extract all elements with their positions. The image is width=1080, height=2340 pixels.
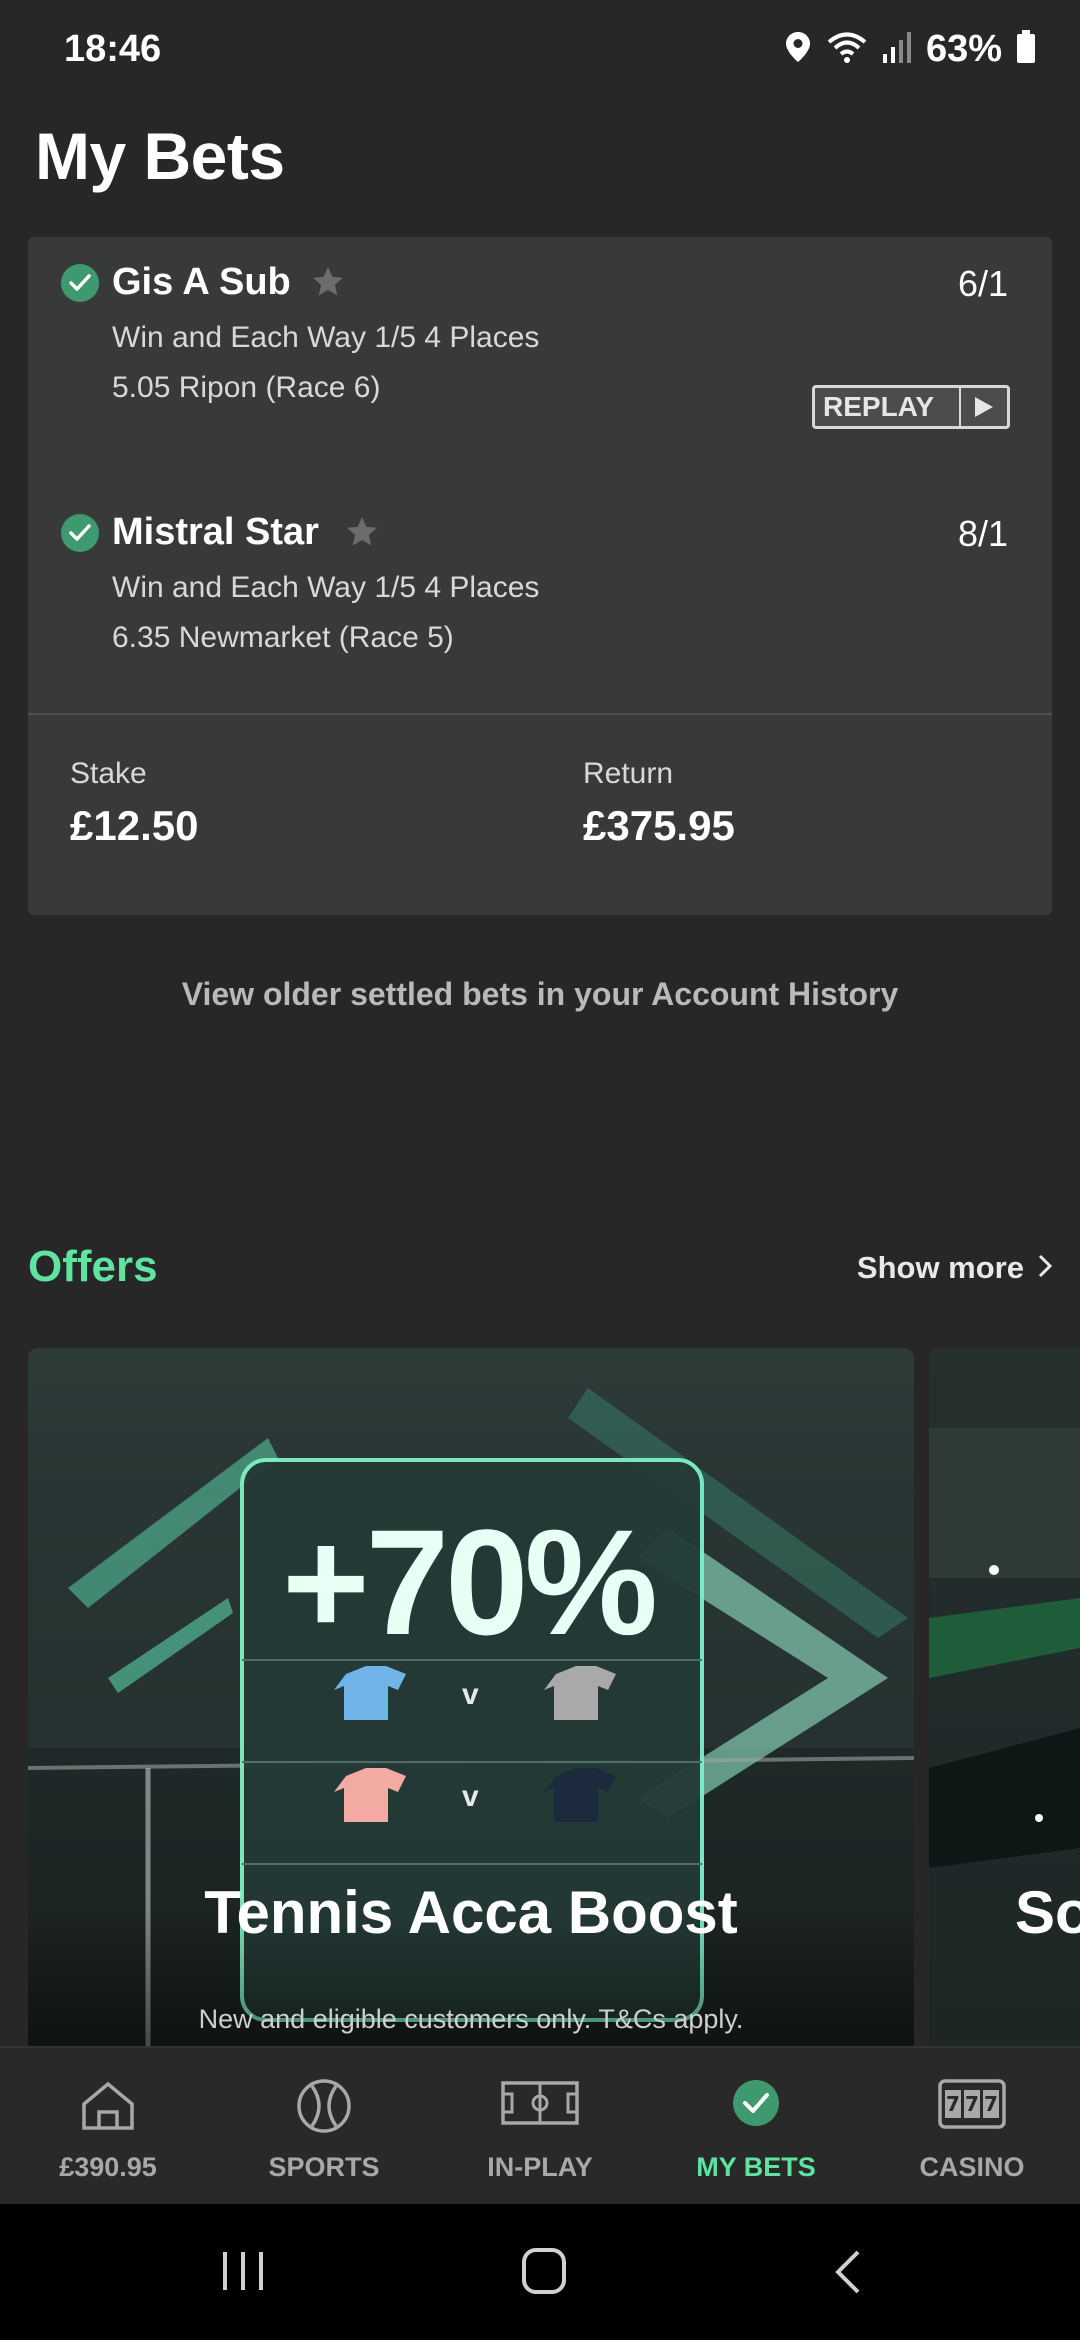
return-label: Return [583,757,674,790]
nav-item-sports[interactable]: SPORTS [216,2048,432,2206]
check-circle-icon [733,2080,779,2126]
nav-item-casino[interactable]: 777 CASINO [864,2048,1080,2206]
svg-text:7: 7 [965,2092,979,2116]
offers-title: Offers [28,1242,158,1291]
selection-name: Gis A Sub [112,261,291,303]
won-check-icon [61,264,99,302]
ball-icon [297,2079,351,2133]
replay-button[interactable]: REPLAY [812,385,1010,429]
status-time: 18:46 [64,28,162,70]
signal-icon [882,30,912,69]
play-icon [961,395,995,419]
svg-text:7: 7 [984,2092,998,2116]
stake-label: Stake [70,757,147,790]
home-button-icon[interactable] [520,2246,568,2296]
back-icon[interactable] [830,2248,864,2296]
location-icon [784,30,812,69]
show-more-label: Show more [856,1250,1024,1285]
selection-name: Mistral Star [112,511,319,553]
battery-percentage: 63% [925,27,1002,70]
nav-item-balance[interactable]: £390.95 [0,2048,216,2206]
divider [28,713,1052,715]
nav-label: SPORTS [268,2152,380,2182]
nav-label: MY BETS [696,2152,816,2182]
slot-machine-icon: 777 [938,2079,1006,2129]
nav-item-in-play[interactable]: IN-PLAY [432,2048,648,2206]
home-icon [82,2081,134,2130]
boost-percentage: +70% [282,1498,658,1666]
nav-item-my-bets[interactable]: MY BETS [648,2048,864,2206]
nav-label: IN-PLAY [487,2152,593,2182]
selection-odds: 8/1 [957,513,1008,554]
selection-event: 6.35 Newmarket (Race 5) [112,621,454,654]
offer-title: So [1015,1879,1080,1946]
versus-label: v [462,1780,479,1813]
offer-card[interactable]: +70% v v Tennis Acca Boost New and eligi… [28,1348,914,2048]
selection-market: Win and Each Way 1/5 4 Places [112,571,540,604]
selection-odds: 6/1 [957,263,1008,304]
nav-label: CASINO [919,2152,1025,2182]
status-icons: 63% [784,26,1036,72]
return-value: £375.95 [583,802,735,849]
page-title: My Bets [35,119,285,193]
favourite-star-icon[interactable] [344,514,380,555]
system-nav-bar [0,2204,1080,2340]
offer-card[interactable]: So [929,1348,1080,2048]
svg-text:7: 7 [946,2092,960,2116]
favourite-star-icon[interactable] [310,264,346,305]
show-more-link[interactable]: Show more [856,1250,1053,1286]
bottom-nav: £390.95 SPORTS IN-PLAY MY BETS 777 CASIN… [0,2046,1080,2206]
account-history-link[interactable]: View older settled bets in your Account … [0,976,1080,1013]
replay-label: REPLAY [823,391,935,422]
nav-label: £390.95 [59,2152,157,2182]
recent-apps-icon[interactable] [220,2248,266,2294]
offer-title: Tennis Acca Boost [204,1879,738,1946]
offer-disclaimer: New and eligible customers only. T&Cs ap… [198,2004,744,2034]
selection-market: Win and Each Way 1/5 4 Places [112,321,540,354]
chevron-right-icon [1038,1250,1053,1286]
pitch-icon [501,2081,579,2125]
versus-label: v [462,1678,479,1711]
stake-value: £12.50 [70,802,199,849]
won-check-icon [61,514,99,552]
bet-card[interactable]: Gis A Sub 6/1 Win and Each Way 1/5 4 Pla… [28,237,1052,915]
battery-icon [1016,29,1036,69]
selection-event: 5.05 Ripon (Race 6) [112,371,381,404]
wifi-icon [826,29,868,70]
